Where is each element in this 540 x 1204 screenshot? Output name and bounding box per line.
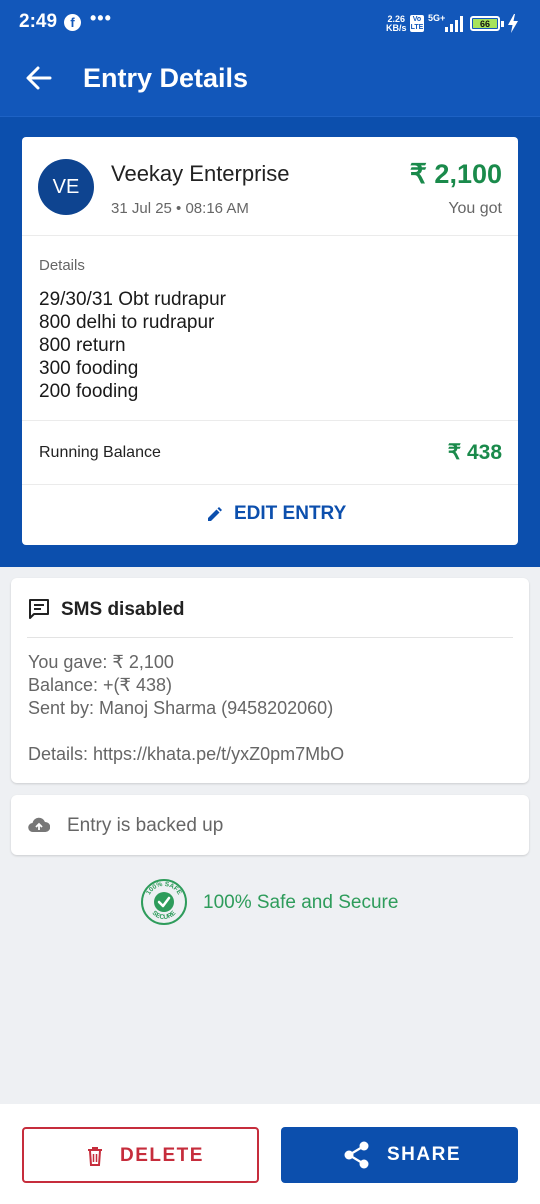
running-balance-label: Running Balance (39, 444, 161, 461)
net-speed-unit: KB/s (386, 23, 407, 33)
status-bar: 2:49 f ••• 2.26 KB/s Vo LTE 5G+ 66 (0, 0, 540, 38)
amount-caption: You got (448, 200, 502, 217)
battery-tip (501, 21, 504, 27)
backup-status-text: Entry is backed up (67, 815, 224, 836)
edit-entry-label: EDIT ENTRY (234, 503, 347, 524)
edit-pencil-icon (208, 507, 222, 521)
share-button[interactable]: SHARE (281, 1127, 518, 1183)
party-name: Veekay Enterprise (111, 161, 290, 186)
delete-button[interactable]: DELETE (22, 1127, 259, 1183)
status-time: 2:49 (19, 11, 58, 32)
divider (22, 420, 518, 421)
safe-secure-badge-icon: 100% SAFE SECURE (141, 879, 187, 925)
page-title: Entry Details (83, 63, 249, 93)
signal-icon (445, 16, 463, 32)
facebook-icon: f (64, 14, 81, 31)
cloud-upload-icon (28, 817, 50, 833)
entry-amount: ₹ 2,100 (409, 159, 502, 189)
back-arrow-icon[interactable] (24, 63, 54, 93)
charging-icon (508, 14, 518, 33)
share-label: SHARE (387, 1144, 462, 1165)
entry-datetime: 31 Jul 25 • 08:16 AM (111, 200, 249, 217)
divider (27, 637, 513, 638)
running-balance-value: ₹ 438 (447, 441, 502, 464)
sms-card: SMS disabled You gave: ₹ 2,100 Balance: … (11, 578, 529, 783)
delete-label: DELETE (120, 1145, 204, 1166)
sms-icon (29, 599, 49, 619)
sms-title: SMS disabled (61, 599, 185, 620)
backup-card: Entry is backed up (11, 795, 529, 855)
divider (22, 235, 518, 236)
sms-line-link[interactable]: Details: https://khata.pe/t/yxZ0pm7MbO (28, 744, 344, 765)
entry-card: VE Veekay Enterprise 31 Jul 25 • 08:16 A… (22, 137, 518, 545)
battery-icon: 66 (470, 16, 500, 31)
share-icon (344, 1141, 369, 1169)
more-icon: ••• (90, 8, 112, 28)
sms-line-sender: Sent by: Manoj Sharma (9458202060) (28, 698, 334, 718)
edit-entry-button[interactable]: EDIT ENTRY (22, 485, 518, 545)
details-text: 29/30/31 Obt rudrapur 800 delhi to rudra… (39, 289, 226, 402)
sms-line-balance: Balance: +(₹ 438) (28, 675, 173, 695)
details-label: Details (39, 257, 85, 274)
safe-secure-text: 100% Safe and Secure (203, 892, 399, 913)
volte-badge: Vo LTE (410, 15, 424, 32)
avatar: VE (38, 159, 94, 215)
sms-line-gave: You gave: ₹ 2,100 (28, 652, 174, 672)
battery-level: 66 (473, 19, 497, 29)
trash-icon (88, 1147, 102, 1166)
network-type: 5G+ (428, 13, 446, 23)
app-header: Entry Details (0, 38, 540, 117)
bottom-action-bar: DELETE SHARE (0, 1104, 540, 1204)
net-speed: 2.26 KB/s (386, 15, 407, 33)
